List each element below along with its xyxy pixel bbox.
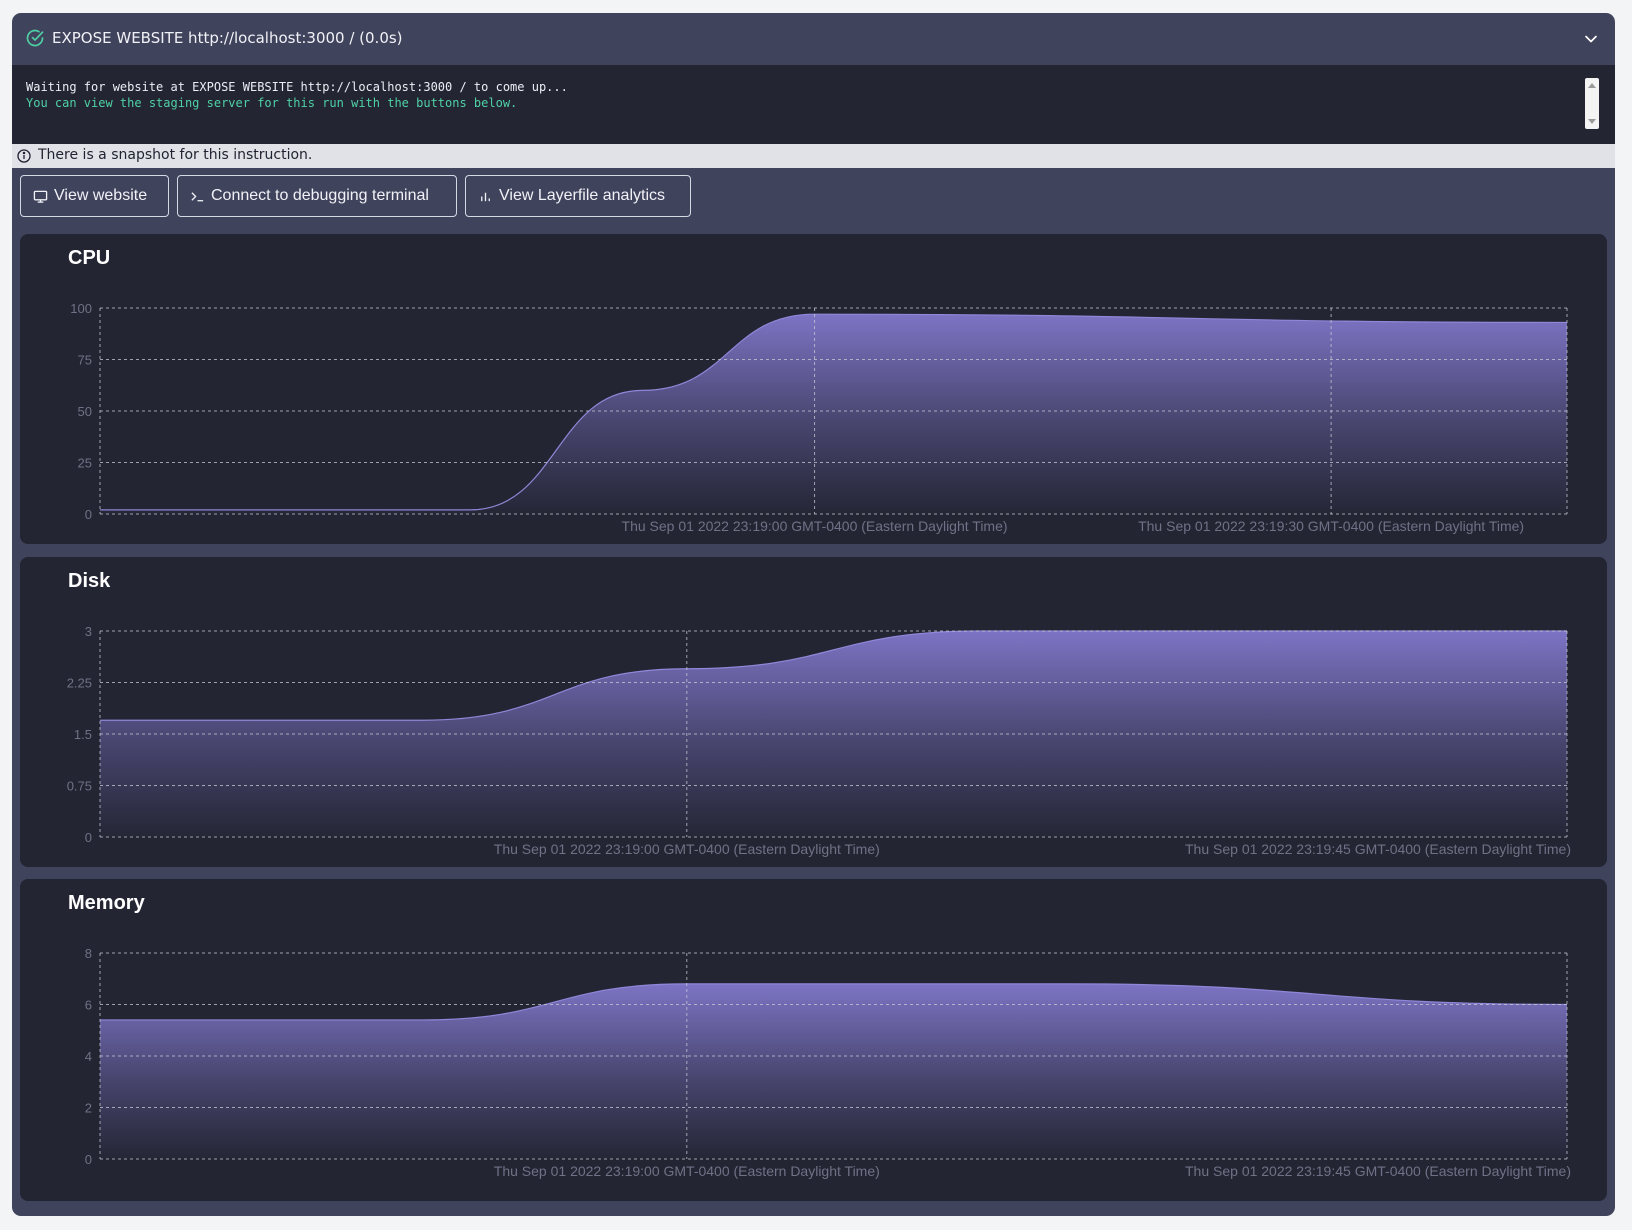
memory-chart-card: Memory 0 2 4 6 8 Thu Sep 01 2022 23:19:00 GMT…	[20, 879, 1607, 1201]
cpu-chart: 0 25 50 75 100 Thu Sep 01 2022 23:19:00 GMT-0…	[70, 301, 1568, 534]
cpu-chart-card: CPU 0 25 50 75 100 Thu Sep 01 2022 23:19:00 G…	[20, 234, 1607, 544]
disk-chart-card: Disk 0 0.75 1.5 2.25 3 Thu Sep 01 2022 23:19:…	[20, 557, 1607, 867]
x-tick-label: Thu Sep 01 2022 23:19:00 GMT-0400 (Easte…	[494, 1163, 880, 1179]
debug-terminal-button[interactable]: Connect to debugging terminal	[177, 175, 457, 217]
x-tick-label: Thu Sep 01 2022 23:19:45 GMT-0400 (Easte…	[1185, 1163, 1571, 1179]
y-tick-label: 25	[78, 456, 92, 471]
check-circle-icon	[26, 29, 44, 47]
bar-chart-icon	[481, 192, 490, 201]
y-tick-label: 3	[85, 624, 92, 639]
x-tick-label: Thu Sep 01 2022 23:19:30 GMT-0400 (Easte…	[1138, 518, 1524, 534]
log-scrollbar[interactable]	[1585, 78, 1599, 129]
y-tick-label: 6	[85, 998, 92, 1013]
y-tick-label: 2	[85, 1101, 92, 1116]
memory-chart: 0 2 4 6 8 Thu Sep 01 2022 23:19:00 GMT-0400 (…	[85, 946, 1571, 1179]
series-area	[100, 983, 1567, 1159]
y-tick-label: 1.5	[74, 727, 92, 742]
y-tick-label: 75	[78, 353, 92, 368]
y-tick-label: 0	[85, 1152, 92, 1167]
info-icon	[17, 149, 31, 163]
chevron-down-icon[interactable]	[1581, 29, 1601, 49]
scroll-down-arrow-icon[interactable]	[1588, 119, 1596, 124]
y-tick-label: 2.25	[67, 676, 92, 691]
y-tick-label: 0	[85, 507, 92, 522]
y-tick-label: 4	[85, 1049, 92, 1064]
layerfile-analytics-label: View Layerfile analytics	[499, 187, 666, 204]
log-output: Waiting for website at EXPOSE WEBSITE ht…	[12, 65, 1615, 144]
view-website-label: View website	[54, 187, 148, 204]
terminal-icon	[191, 191, 204, 201]
log-line: You can view the staging server for this…	[26, 96, 518, 110]
monitor-icon	[33, 190, 48, 203]
disk-chart: 0 0.75 1.5 2.25 3 Thu Sep 01 2022 23:19:00 GM…	[67, 624, 1571, 857]
y-tick-label: 50	[78, 404, 92, 419]
x-tick-label: Thu Sep 01 2022 23:19:45 GMT-0400 (Easte…	[1185, 841, 1571, 857]
scroll-up-arrow-icon[interactable]	[1588, 83, 1596, 88]
snapshot-text: There is a snapshot for this instruction…	[38, 147, 313, 163]
y-tick-label: 0	[85, 830, 92, 845]
step-panel: EXPOSE WEBSITE http://localhost:3000 / (…	[12, 13, 1615, 1216]
x-tick-label: Thu Sep 01 2022 23:19:00 GMT-0400 (Easte…	[494, 841, 880, 857]
step-title: EXPOSE WEBSITE http://localhost:3000 / (…	[52, 29, 403, 47]
view-website-button[interactable]: View website	[20, 175, 169, 217]
debug-terminal-label: Connect to debugging terminal	[211, 187, 429, 204]
y-tick-label: 8	[85, 946, 92, 961]
snapshot-notice: There is a snapshot for this instruction…	[12, 144, 1615, 168]
layerfile-analytics-button[interactable]: View Layerfile analytics	[465, 175, 691, 217]
x-tick-label: Thu Sep 01 2022 23:19:00 GMT-0400 (Easte…	[622, 518, 1008, 534]
step-header[interactable]: EXPOSE WEBSITE http://localhost:3000 / (…	[12, 13, 1615, 65]
log-line: Waiting for website at EXPOSE WEBSITE ht…	[26, 80, 568, 94]
y-tick-label: 100	[70, 301, 92, 316]
series-area	[100, 314, 1567, 514]
y-tick-label: 0.75	[67, 779, 92, 794]
